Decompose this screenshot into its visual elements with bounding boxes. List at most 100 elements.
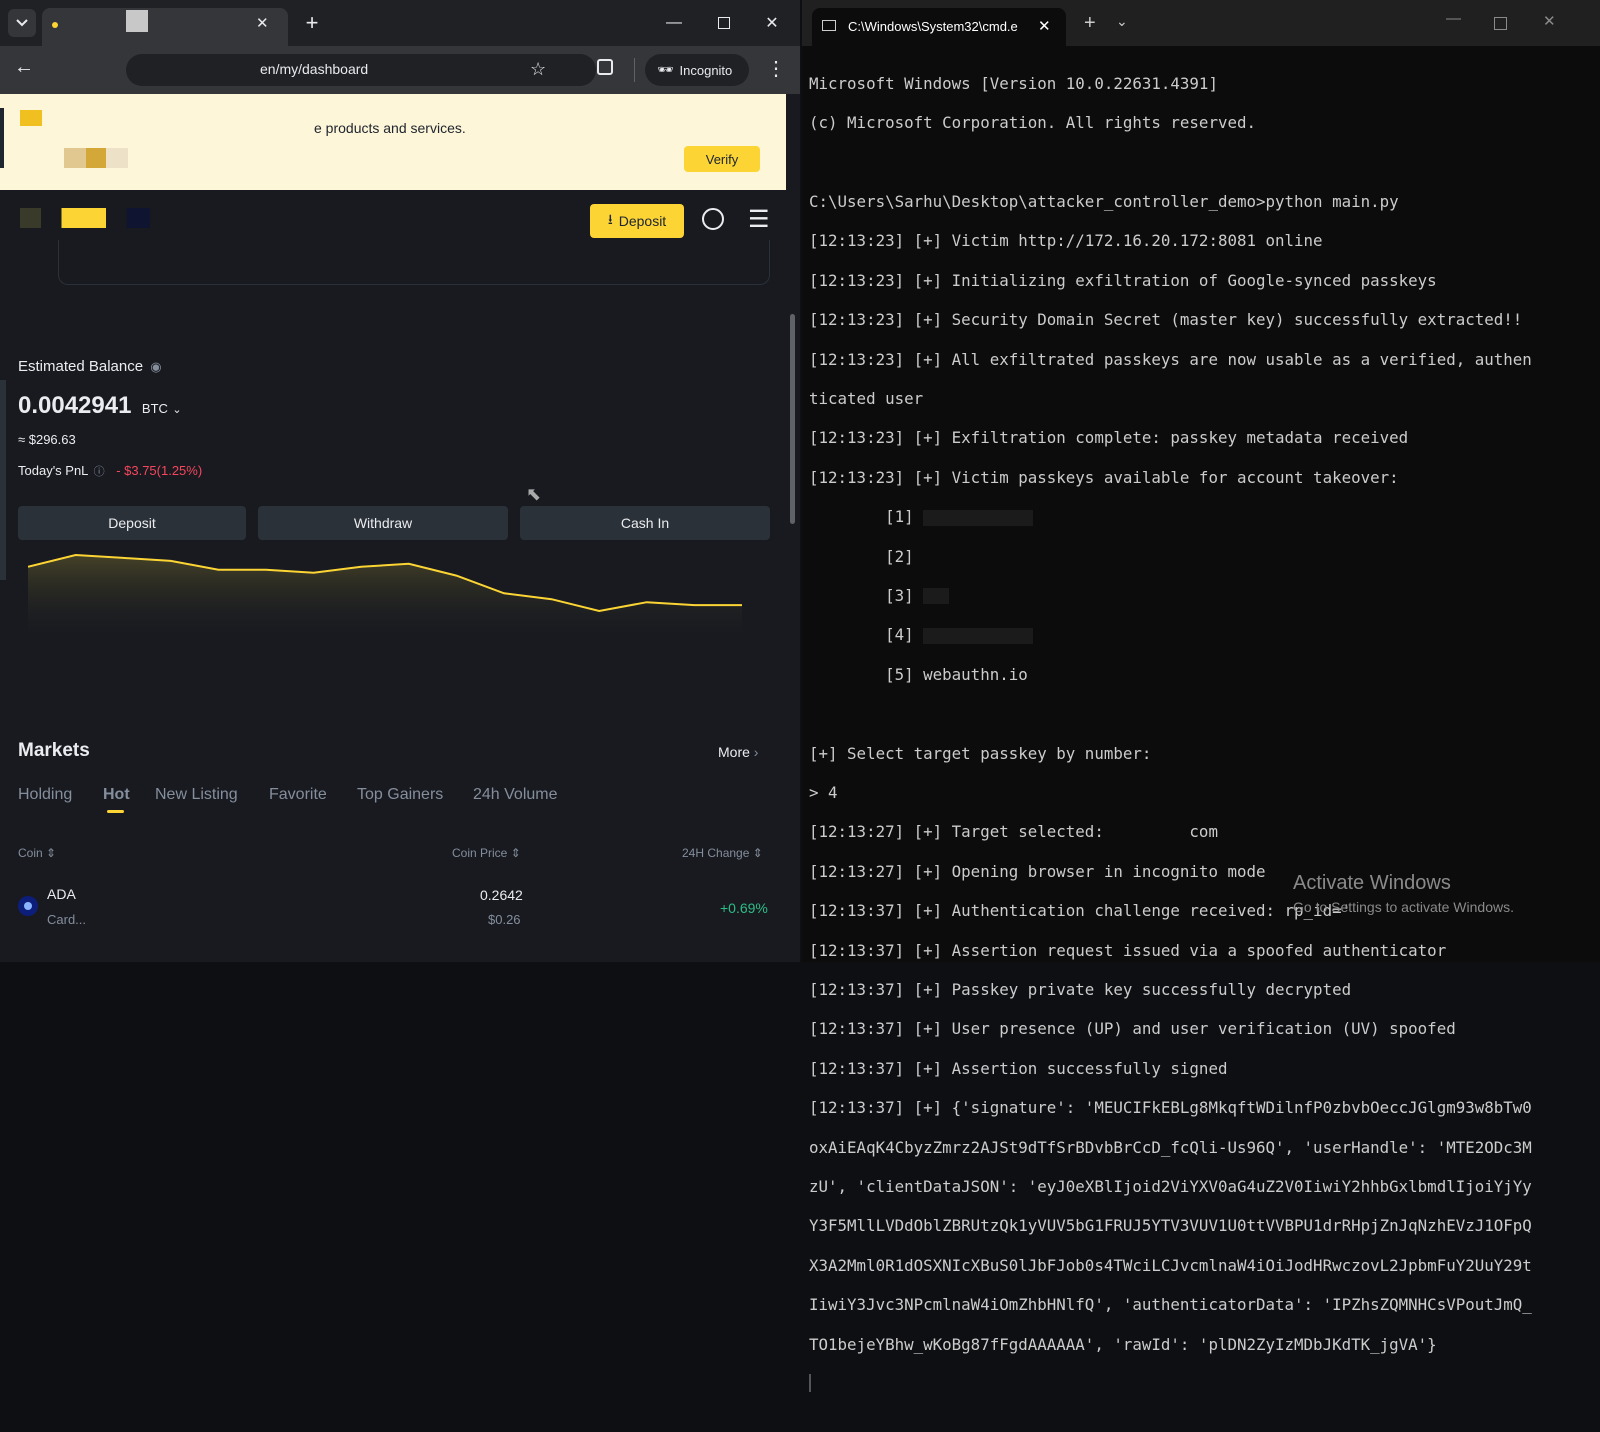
page-gutter: [782, 310, 786, 962]
close-window-button[interactable]: ✕: [1543, 12, 1556, 30]
watermark-title: Activate Windows: [1293, 872, 1451, 894]
terminal-line: IiwiY3Jvc3NPcmlnaW4iOmZhbHNlfQ', 'authen…: [809, 1295, 1532, 1315]
passkey-index: [1]: [809, 507, 914, 527]
new-tab-button[interactable]: +: [1084, 12, 1096, 35]
terminal-line: zU', 'clientDataJSON': 'eyJ0eXBlIjoid2Vi…: [809, 1177, 1532, 1197]
tab-holding[interactable]: Holding: [18, 786, 72, 804]
url-field[interactable]: en/my/dashboard ☆: [126, 54, 596, 86]
incognito-badge[interactable]: 🕶 Incognito: [645, 54, 749, 86]
terminal-line: [12:13:23] [+] Exfiltration complete: pa…: [809, 428, 1409, 448]
new-tab-button[interactable]: +: [298, 9, 326, 37]
close-tab-icon[interactable]: ✕: [1038, 17, 1051, 35]
download-icon: ⭳: [607, 211, 613, 227]
coin-price-usd: $0.26: [488, 912, 521, 927]
minimize-button[interactable]: —: [660, 9, 688, 37]
header-deposit-button[interactable]: ⭳ Deposit: [590, 204, 684, 238]
terminal-line: > 4: [809, 783, 838, 803]
terminal-line: [3]: [809, 586, 1599, 606]
more-link[interactable]: More ›: [718, 744, 758, 760]
withdraw-button[interactable]: Withdraw: [258, 506, 508, 540]
terminal-line: C:\Users\Sarhu\Desktop\attacker_controll…: [809, 191, 1399, 211]
terminal-line: [12:13:37] [+] Assertion successfully si…: [809, 1058, 1228, 1078]
chevron-down-icon[interactable]: ⌄: [172, 404, 181, 416]
watermark-subtitle: Go to Settings to activate Windows.: [1293, 899, 1514, 915]
extensions-icon[interactable]: [597, 59, 613, 75]
balance-amount-row: 0.0042941 BTC ⌄: [18, 392, 182, 420]
cash-in-button[interactable]: Cash In: [520, 506, 770, 540]
close-tab-icon[interactable]: ✕: [256, 14, 269, 32]
estimated-balance-label: Estimated Balance ◉: [18, 358, 162, 375]
terminal-line: [5] webauthn.io: [809, 664, 1028, 684]
info-icon[interactable]: ⓘ: [94, 466, 105, 478]
pnl-row: Today's PnL ⓘ - $3.75(1.25%): [18, 463, 202, 479]
deposit-button[interactable]: Deposit: [18, 506, 246, 540]
incognito-label: Incognito: [679, 62, 733, 78]
redacted-passkey: [923, 588, 950, 605]
tab-hot[interactable]: Hot: [103, 786, 130, 804]
maximize-icon: [718, 17, 730, 29]
account-icon[interactable]: [702, 208, 724, 230]
column-change[interactable]: 24H Change ⇕: [682, 846, 763, 860]
ada-coin-dot: [24, 902, 32, 910]
sort-icon: ⇕: [510, 846, 521, 860]
minimize-button[interactable]: —: [1446, 10, 1461, 27]
browser-tab-bar: ✕ + — ✕: [0, 0, 800, 46]
terminal-line: [12:13:37] [+] Assertion request issued …: [809, 940, 1447, 960]
bookmark-star-icon[interactable]: ☆: [530, 59, 546, 80]
terminal-cursor: [809, 1374, 811, 1393]
terminal-tab-bar: C:\Windows\System32\cmd.e ✕ + ⌄ — ✕: [802, 0, 1600, 46]
pnl-value: - $3.75(1.25%): [116, 463, 203, 478]
browser-tab-active[interactable]: ✕: [42, 8, 288, 46]
side-edge-panel: [0, 380, 6, 580]
back-arrow-icon[interactable]: ←: [14, 56, 34, 79]
column-coin[interactable]: Coin ⇕: [18, 846, 56, 860]
tab-24h-volume[interactable]: 24h Volume: [473, 786, 558, 804]
ada-coin-icon: [18, 896, 38, 916]
close-window-button[interactable]: ✕: [758, 9, 786, 37]
balance-usd: ≈ $296.63: [18, 432, 76, 447]
url-text: en/my/dashboard: [260, 61, 369, 77]
dropdown-chevron-icon[interactable]: ⌄: [1116, 13, 1128, 30]
address-bar-row: ← en/my/dashboard ☆ 🕶 Incognito ⋮: [0, 46, 800, 94]
terminal-line: [12:13:23] [+] Initializing exfiltration…: [809, 270, 1437, 290]
more-menu-icon[interactable]: ⋮: [766, 56, 786, 81]
chevron-right-icon: ›: [753, 744, 759, 760]
web-page: e products and services. Verify ⭳ Deposi…: [0, 94, 786, 962]
tab-favorite[interactable]: Favorite: [269, 786, 327, 804]
maximize-button[interactable]: [710, 9, 738, 37]
coin-symbol: ADA: [47, 886, 76, 902]
tab-search-button[interactable]: [8, 9, 36, 37]
terminal-line: [+] Select target passkey by number:: [809, 743, 1152, 763]
column-price[interactable]: Coin Price ⇕: [452, 846, 521, 860]
eye-icon[interactable]: ◉: [150, 359, 161, 374]
terminal-tab-title: C:\Windows\System32\cmd.e: [848, 19, 1018, 34]
tab-top-gainers[interactable]: Top Gainers: [357, 786, 443, 804]
terminal-line: [12:13:23] [+] Victim passkeys available…: [809, 467, 1399, 487]
passkey-index: [4]: [809, 625, 914, 645]
terminal-line: [1]: [809, 507, 1599, 527]
markets-tabs: Holding Hot New Listing Favorite Top Gai…: [18, 786, 618, 816]
verify-button[interactable]: Verify: [684, 146, 760, 172]
hamburger-menu-icon[interactable]: ☰: [748, 205, 770, 234]
balance-unit[interactable]: BTC: [142, 401, 168, 416]
balance-chart-area: [28, 555, 742, 644]
terminal-line: oxAiEAqK4CbyzZmrz2AJSt9dTfSrBDvbBrCcD_fc…: [809, 1137, 1532, 1157]
coin-price: 0.2642: [480, 887, 523, 903]
tab-new-listing[interactable]: New Listing: [155, 786, 238, 804]
estimated-balance-text: Estimated Balance: [18, 358, 144, 375]
pnl-label: Today's PnL: [18, 463, 88, 478]
header-deposit-label: Deposit: [618, 213, 667, 229]
redacted-passkey: [923, 627, 1034, 644]
more-label: More: [718, 744, 750, 760]
terminal-tab[interactable]: C:\Windows\System32\cmd.e ✕: [812, 8, 1066, 46]
terminal-line: TO1bejeYBhw_wKoBg87fFgdAAAAAA', 'rawId':…: [809, 1334, 1437, 1354]
terminal-line: [12:13:37] [+] {'signature': 'MEUCIFkEBL…: [809, 1098, 1532, 1118]
terminal-line: [12:13:23] [+] Victim http://172.16.20.1…: [809, 231, 1323, 251]
page-scrollbar[interactable]: [790, 314, 795, 524]
table-row[interactable]: ADA Card... 0.2642 $0.26 +0.69%: [0, 878, 786, 938]
maximize-button[interactable]: [1494, 17, 1507, 30]
incognito-icon: 🕶: [657, 62, 674, 77]
terminal-line: [12:13:23] [+] All exfiltrated passkeys …: [809, 349, 1532, 369]
